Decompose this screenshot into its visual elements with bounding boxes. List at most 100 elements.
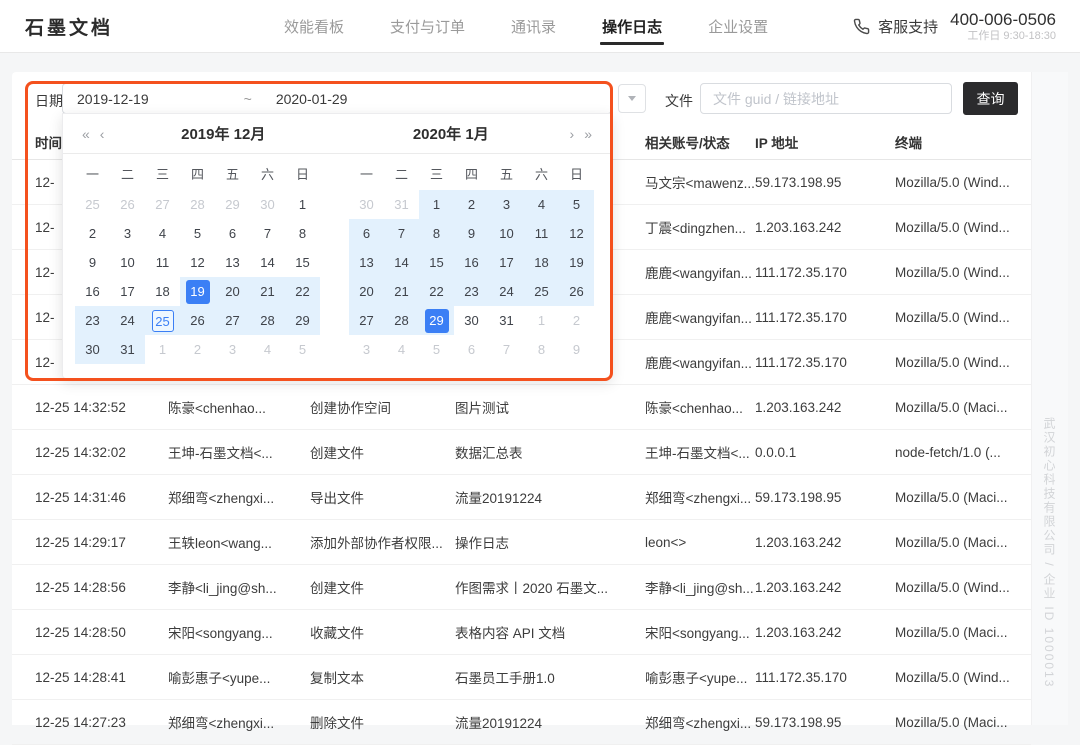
day-cell-selected[interactable]: 19	[180, 277, 215, 306]
day-cell-range[interactable]: 23	[454, 277, 489, 306]
day-cell-normal[interactable]: 12	[180, 248, 215, 277]
day-cell-next[interactable]: 4	[384, 335, 419, 364]
day-cell-normal[interactable]: 17	[110, 277, 145, 306]
day-cell-normal[interactable]: 13	[215, 248, 250, 277]
day-cell-next[interactable]: 7	[489, 335, 524, 364]
day-cell-normal[interactable]: 30	[454, 306, 489, 335]
day-cell-range[interactable]: 29	[285, 306, 320, 335]
day-cell-range[interactable]: 19	[559, 248, 594, 277]
day-cell-range[interactable]: 13	[349, 248, 384, 277]
day-cell-range[interactable]: 25	[524, 277, 559, 306]
day-cell-normal[interactable]: 3	[110, 219, 145, 248]
day-cell-prev[interactable]: 30	[250, 190, 285, 219]
next-month-icon[interactable]: ›	[565, 126, 580, 142]
day-cell-next[interactable]: 4	[250, 335, 285, 364]
day-cell-today[interactable]: 25	[145, 306, 180, 335]
day-cell-next[interactable]: 2	[559, 306, 594, 335]
day-number: 26	[190, 313, 204, 328]
day-cell-range[interactable]: 26	[559, 277, 594, 306]
prev-month-icon[interactable]: ‹	[95, 126, 110, 142]
day-cell-prev[interactable]: 28	[180, 190, 215, 219]
day-cell-normal[interactable]: 16	[75, 277, 110, 306]
day-cell-next[interactable]: 2	[180, 335, 215, 364]
day-cell-range[interactable]: 5	[559, 190, 594, 219]
day-cell-next[interactable]: 1	[145, 335, 180, 364]
next-year-icon[interactable]: »	[579, 126, 597, 142]
day-cell-range[interactable]: 26	[180, 306, 215, 335]
day-cell-next[interactable]: 3	[215, 335, 250, 364]
day-cell-normal[interactable]: 5	[180, 219, 215, 248]
day-cell-next[interactable]: 3	[349, 335, 384, 364]
day-cell-range[interactable]: 11	[524, 219, 559, 248]
nav-item-contacts[interactable]: 通讯录	[511, 0, 556, 52]
day-cell-range[interactable]: 21	[384, 277, 419, 306]
day-cell-normal[interactable]: 7	[250, 219, 285, 248]
day-cell-normal[interactable]: 11	[145, 248, 180, 277]
day-cell-normal[interactable]: 18	[145, 277, 180, 306]
day-cell-normal[interactable]: 9	[75, 248, 110, 277]
day-cell-range[interactable]: 20	[215, 277, 250, 306]
day-cell-range[interactable]: 28	[384, 306, 419, 335]
day-cell-range[interactable]: 27	[349, 306, 384, 335]
day-cell-normal[interactable]: 10	[110, 248, 145, 277]
day-cell-range[interactable]: 14	[384, 248, 419, 277]
nav-item-dashboard[interactable]: 效能看板	[284, 0, 344, 52]
day-cell-range[interactable]: 22	[285, 277, 320, 306]
day-cell-range[interactable]: 8	[419, 219, 454, 248]
day-cell-normal[interactable]: 31	[489, 306, 524, 335]
day-cell-prev[interactable]: 29	[215, 190, 250, 219]
day-cell-normal[interactable]: 8	[285, 219, 320, 248]
day-cell-range[interactable]: 20	[349, 277, 384, 306]
day-cell-range[interactable]: 15	[419, 248, 454, 277]
nav-item-payments[interactable]: 支付与订单	[390, 0, 465, 52]
day-cell-normal[interactable]: 4	[145, 219, 180, 248]
day-cell-range[interactable]: 6	[349, 219, 384, 248]
day-cell-normal[interactable]: 2	[75, 219, 110, 248]
day-cell-range[interactable]: 17	[489, 248, 524, 277]
file-search-input[interactable]	[700, 83, 952, 114]
day-cell-next[interactable]: 5	[285, 335, 320, 364]
day-cell-range[interactable]: 22	[419, 277, 454, 306]
day-cell-range[interactable]: 3	[489, 190, 524, 219]
day-cell-range[interactable]: 12	[559, 219, 594, 248]
day-cell-prev[interactable]: 26	[110, 190, 145, 219]
cell-related-account: 李静<li_jing@sh...	[645, 577, 755, 597]
day-cell-prev[interactable]: 31	[384, 190, 419, 219]
day-cell-normal[interactable]: 1	[285, 190, 320, 219]
day-cell-range[interactable]: 1	[419, 190, 454, 219]
day-cell-range[interactable]: 16	[454, 248, 489, 277]
day-cell-range[interactable]: 30	[75, 335, 110, 364]
day-cell-prev[interactable]: 30	[349, 190, 384, 219]
day-cell-prev[interactable]: 27	[145, 190, 180, 219]
day-cell-normal[interactable]: 14	[250, 248, 285, 277]
day-cell-normal[interactable]: 15	[285, 248, 320, 277]
day-cell-selected[interactable]: 29	[419, 306, 454, 335]
day-cell-next[interactable]: 5	[419, 335, 454, 364]
day-cell-range[interactable]: 21	[250, 277, 285, 306]
prev-year-icon[interactable]: «	[77, 126, 95, 142]
search-button[interactable]: 查询	[963, 82, 1018, 115]
day-cell-range[interactable]: 10	[489, 219, 524, 248]
day-cell-next[interactable]: 1	[524, 306, 559, 335]
day-cell-prev[interactable]: 25	[75, 190, 110, 219]
day-cell-next[interactable]: 9	[559, 335, 594, 364]
day-cell-next[interactable]: 6	[454, 335, 489, 364]
day-cell-range[interactable]: 24	[489, 277, 524, 306]
day-cell-next[interactable]: 8	[524, 335, 559, 364]
day-cell-range[interactable]: 9	[454, 219, 489, 248]
day-cell-range[interactable]: 4	[524, 190, 559, 219]
day-cell-range[interactable]: 2	[454, 190, 489, 219]
nav-item-enterprise-settings[interactable]: 企业设置	[708, 0, 768, 52]
day-cell-range[interactable]: 27	[215, 306, 250, 335]
day-cell-range[interactable]: 31	[110, 335, 145, 364]
support-label: 客服支持	[878, 16, 938, 37]
day-cell-range[interactable]: 18	[524, 248, 559, 277]
day-cell-range[interactable]: 24	[110, 306, 145, 335]
date-range-input[interactable]: 2019-12-19 ~ 2020-01-29	[62, 83, 612, 114]
day-cell-range[interactable]: 7	[384, 219, 419, 248]
day-cell-range[interactable]: 28	[250, 306, 285, 335]
nav-item-operation-log[interactable]: 操作日志	[602, 0, 662, 52]
day-cell-range[interactable]: 23	[75, 306, 110, 335]
date-preset-dropdown[interactable]	[618, 84, 646, 113]
day-cell-normal[interactable]: 6	[215, 219, 250, 248]
